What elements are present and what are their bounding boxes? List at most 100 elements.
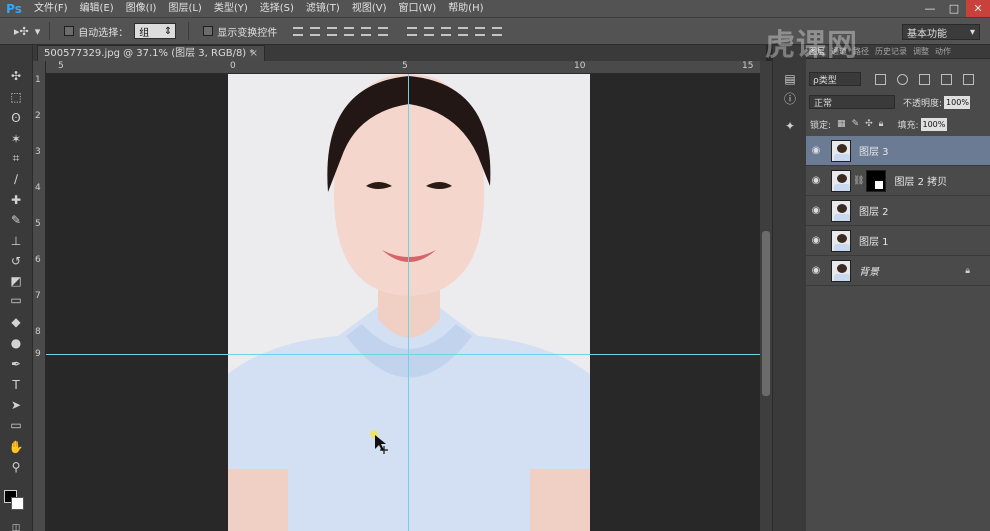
menu-view[interactable]: 视图(V)	[346, 0, 393, 17]
filter-shape-icon[interactable]	[941, 73, 952, 85]
distribute-right-icon[interactable]	[488, 23, 505, 39]
path-selection-icon[interactable]: ➤	[6, 396, 26, 414]
auto-select-checkbox[interactable]	[64, 26, 75, 36]
lock-position-icon[interactable]: ✣	[865, 119, 873, 129]
align-left-icon[interactable]	[340, 23, 357, 39]
tab-layers[interactable]: 图层	[806, 46, 828, 57]
menu-type[interactable]: 类型(Y)	[208, 0, 254, 17]
tab-actions[interactable]: 动作	[932, 46, 954, 57]
type-tool-icon[interactable]: T	[6, 376, 26, 394]
auto-select-dropdown[interactable]: 组 ⇕	[134, 23, 177, 39]
blend-mode-dropdown[interactable]: 正常	[809, 95, 895, 109]
vertical-guide[interactable]	[408, 74, 409, 531]
menu-help[interactable]: 帮助(H)	[442, 0, 489, 17]
tab-history[interactable]: 历史记录	[872, 46, 910, 57]
canvas-scrollbar[interactable]	[760, 61, 772, 531]
eyedropper-icon[interactable]: ∕	[6, 170, 26, 188]
menu-edit[interactable]: 编辑(E)	[74, 0, 120, 17]
menu-image[interactable]: 图像(I)	[120, 0, 163, 17]
lasso-tool-icon[interactable]: ʘ	[6, 109, 26, 127]
lock-all-icon[interactable]: 🔒︎	[879, 119, 884, 129]
rectangle-tool-icon[interactable]: ▭	[6, 416, 26, 434]
lock-icon: 🔒︎	[965, 265, 970, 276]
align-top-icon[interactable]	[289, 23, 306, 39]
move-tool-icon[interactable]: ▸✣	[14, 25, 29, 38]
layer-row[interactable]: ◉ ⛓ 图层 2 拷贝	[806, 166, 990, 196]
distribute-bottom-icon[interactable]	[437, 23, 454, 39]
show-transform-label: 显示变换控件	[217, 27, 278, 39]
filter-adjustment-icon[interactable]	[897, 73, 908, 85]
dodge-tool-icon[interactable]: ●	[6, 334, 26, 352]
menu-layer[interactable]: 图层(L)	[162, 0, 207, 17]
close-button[interactable]: ✕	[966, 0, 990, 17]
brush-tool-icon[interactable]: ✎	[6, 211, 26, 229]
info-panel-icon[interactable]: ⓘ	[782, 90, 798, 106]
layer-row[interactable]: ◉ 图层 2	[806, 196, 990, 226]
blur-tool-icon[interactable]: ◆	[6, 313, 26, 331]
link-icon[interactable]: ⛓	[853, 176, 864, 186]
menu-select[interactable]: 选择(S)	[254, 0, 300, 17]
show-transform-checkbox[interactable]	[203, 26, 214, 36]
layer-filter-dropdown[interactable]: ρ类型	[809, 72, 861, 86]
pen-tool-icon[interactable]: ✒	[6, 355, 26, 373]
tab-channels[interactable]: 通道	[828, 46, 850, 57]
separator	[188, 22, 190, 40]
background-color-swatch[interactable]	[11, 497, 24, 510]
hand-tool-icon[interactable]: ✋	[6, 438, 26, 456]
history-panel-icon[interactable]: ▤	[782, 71, 798, 87]
layer-row[interactable]: ◉ 图层 3	[806, 136, 990, 166]
canvas-area[interactable]	[46, 74, 760, 531]
eye-icon[interactable]: ◉	[806, 175, 826, 186]
tool-presets-icon[interactable]: ✦	[782, 118, 798, 134]
menu-file[interactable]: 文件(F)	[28, 0, 74, 17]
align-vcenter-icon[interactable]	[306, 23, 323, 39]
minimize-button[interactable]: —	[918, 0, 942, 17]
distribute-hcenter-icon[interactable]	[471, 23, 488, 39]
align-bottom-icon[interactable]	[323, 23, 340, 39]
filter-type-icon[interactable]	[919, 73, 930, 85]
magic-wand-icon[interactable]: ✶	[6, 130, 26, 148]
eye-icon[interactable]: ◉	[806, 205, 826, 216]
quick-mask-icon[interactable]: ◫	[6, 519, 26, 531]
tab-adjustments[interactable]: 调整	[910, 46, 932, 57]
lock-transparent-icon[interactable]: ▦	[837, 119, 846, 129]
distribute-left-icon[interactable]	[454, 23, 471, 39]
eye-icon[interactable]: ◉	[806, 145, 826, 156]
distribute-top-icon[interactable]	[403, 23, 420, 39]
lock-image-icon[interactable]: ✎	[852, 119, 860, 129]
opacity-input[interactable]: 100%	[944, 95, 971, 109]
scrollbar-thumb[interactable]	[762, 231, 770, 396]
eye-icon[interactable]: ◉	[806, 235, 826, 246]
portrait-photo[interactable]	[228, 74, 590, 531]
move-tool-icon[interactable]: ✣	[6, 67, 26, 85]
align-hcenter-icon[interactable]	[357, 23, 374, 39]
history-brush-icon[interactable]: ↺	[6, 252, 26, 270]
healing-brush-icon[interactable]: ✚	[6, 191, 26, 209]
menu-filter[interactable]: 滤镜(T)	[300, 0, 346, 17]
blend-row: 正常 不透明度: 100%	[806, 94, 990, 110]
filter-pixel-icon[interactable]	[875, 73, 886, 85]
crop-tool-icon[interactable]: ⌗	[6, 149, 26, 167]
document-tab[interactable]: 500577329.jpg @ 37.1% (图层 3, RGB/8) * ×	[37, 45, 265, 61]
layer-row[interactable]: ◉ 背景 🔒︎	[806, 256, 990, 286]
workspace-dropdown[interactable]: 基本功能 ▾	[902, 24, 980, 40]
close-tab-icon[interactable]: ×	[250, 46, 258, 61]
eye-icon[interactable]: ◉	[806, 265, 826, 276]
marquee-tool-icon[interactable]: ⬚	[6, 88, 26, 106]
chevron-down-icon[interactable]: ▾	[35, 25, 41, 38]
horizontal-guide[interactable]	[46, 354, 760, 355]
layer-row[interactable]: ◉ 图层 1	[806, 226, 990, 256]
maximize-button[interactable]: □	[942, 0, 966, 17]
tab-paths[interactable]: 路径	[850, 46, 872, 57]
fill-input[interactable]: 100%	[920, 117, 947, 131]
eraser-icon[interactable]: ◩	[6, 272, 26, 290]
filter-smart-object-icon[interactable]	[963, 73, 974, 85]
clone-stamp-icon[interactable]: ⊥	[6, 232, 26, 250]
menu-window[interactable]: 窗口(W)	[392, 0, 442, 17]
gradient-tool-icon[interactable]: ▭	[6, 291, 26, 309]
distribute-vcenter-icon[interactable]	[420, 23, 437, 39]
align-right-icon[interactable]	[374, 23, 391, 39]
layers-list: ◉ 图层 3 ◉ ⛓ 图层 2 拷贝 ◉ 图层 2 ◉ 图层 1 ◉ 背景 🔒︎	[806, 136, 990, 286]
layer-mask-thumbnail[interactable]	[866, 169, 887, 192]
zoom-tool-icon[interactable]: ⚲	[6, 458, 26, 476]
